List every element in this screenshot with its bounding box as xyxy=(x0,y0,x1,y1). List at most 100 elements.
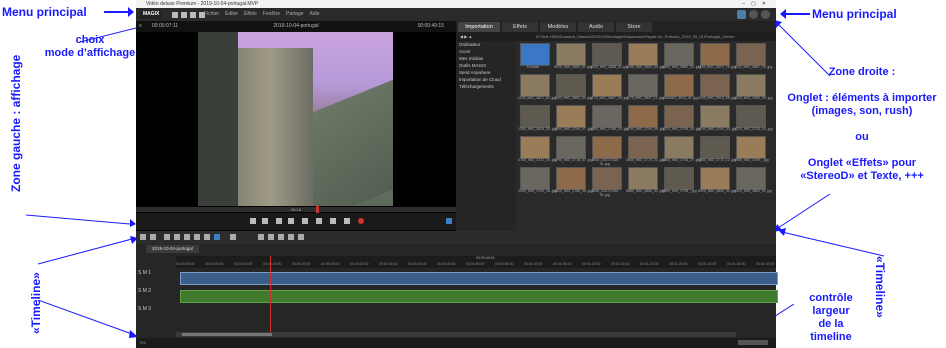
media-thumbnail[interactable] xyxy=(592,136,622,159)
sidebar-item-accer[interactable]: Accer xyxy=(456,48,516,55)
media-thumbnail[interactable] xyxy=(556,136,586,159)
zoom-tool-icon[interactable] xyxy=(298,234,304,240)
cut-icon[interactable] xyxy=(194,234,200,240)
tab-effets[interactable]: Effets xyxy=(502,22,538,32)
media-thumbnail[interactable] xyxy=(556,105,586,128)
fullscreen-icon[interactable] xyxy=(446,218,452,224)
media-thumbnail[interactable] xyxy=(520,167,550,190)
split-icon[interactable] xyxy=(204,234,210,240)
timeline-width-control[interactable] xyxy=(738,340,768,345)
media-thumbnail[interactable] xyxy=(556,74,586,97)
menu-item-1[interactable]: Éditer xyxy=(225,11,238,17)
nav-arrows-icon[interactable]: ◀ ▶ ▲ xyxy=(460,32,472,41)
menu-item-5[interactable]: Aide xyxy=(310,11,320,17)
prev-marker-icon[interactable] xyxy=(276,218,282,224)
delete-icon[interactable] xyxy=(164,234,170,240)
timeline-scrollbar[interactable] xyxy=(176,332,736,337)
sidebar-item-ordinateur[interactable]: Ordinateur xyxy=(456,41,516,48)
mark-out-icon[interactable] xyxy=(262,218,268,224)
media-thumbnail[interactable] xyxy=(628,136,658,159)
media-thumbnail[interactable] xyxy=(664,136,694,159)
settings-icon[interactable] xyxy=(761,10,770,19)
thumbnail-label: 3720_IMG_3723_01..jpg xyxy=(734,127,773,131)
media-thumbnail[interactable] xyxy=(700,167,730,190)
timeline-ruler[interactable]: 00:00:49:15 00:00:00:00 00:00:05:00 00:00:… xyxy=(176,256,776,268)
media-thumbnail[interactable] xyxy=(592,74,622,97)
media-thumbnail[interactable] xyxy=(700,136,730,159)
media-thumbnail[interactable] xyxy=(664,105,694,128)
media-thumbnail[interactable] xyxy=(736,43,766,66)
prev-frame-icon[interactable] xyxy=(288,218,294,224)
track-2-solo-mute[interactable]: S M xyxy=(138,288,147,294)
track-1-solo-mute[interactable]: S M xyxy=(138,270,147,276)
mark-in-icon[interactable] xyxy=(250,218,256,224)
folder-thumbnail[interactable] xyxy=(520,43,550,66)
media-thumbnail[interactable] xyxy=(664,74,694,97)
media-thumbnail[interactable] xyxy=(520,105,550,128)
pointer-icon[interactable] xyxy=(258,234,264,240)
help-icon[interactable] xyxy=(749,10,758,19)
preview-scrubber[interactable]: 06:16 xyxy=(136,206,456,213)
menu-item-2[interactable]: Effets xyxy=(244,11,257,17)
sidebar-item-outils-magix[interactable]: Outils MAGIX xyxy=(456,62,516,69)
media-thumbnail[interactable] xyxy=(664,167,694,190)
menu-item-4[interactable]: Partage xyxy=(286,11,304,17)
scroll-thumb[interactable] xyxy=(182,333,272,336)
text-icon[interactable] xyxy=(174,234,180,240)
media-thumbnail[interactable] xyxy=(736,74,766,97)
undo-icon[interactable] xyxy=(140,234,146,240)
menu-item-3[interactable]: Fenêtre xyxy=(263,11,280,17)
redo-icon[interactable] xyxy=(150,234,156,240)
media-thumbnail[interactable] xyxy=(556,167,586,190)
save-icon[interactable] xyxy=(190,12,196,18)
next-marker-icon[interactable] xyxy=(330,218,336,224)
thumbnail-label: Evolutis xyxy=(526,65,540,69)
new-project-icon[interactable] xyxy=(172,12,178,18)
link-icon[interactable] xyxy=(214,234,220,240)
thumbnail-label: 5820_IMG_3756_06..jpg xyxy=(554,189,593,193)
track-3-solo-mute[interactable]: S M xyxy=(138,306,147,312)
media-thumbnail[interactable] xyxy=(520,136,550,159)
media-thumbnail[interactable] xyxy=(700,105,730,128)
media-thumbnail[interactable] xyxy=(736,105,766,128)
media-thumbnail[interactable] xyxy=(592,167,622,190)
media-thumbnail[interactable] xyxy=(664,43,694,66)
media-thumbnail[interactable] xyxy=(700,74,730,97)
media-thumbnail[interactable] xyxy=(592,43,622,66)
sidebar-item-send-anywhere[interactable]: Send Anywhere xyxy=(456,69,516,76)
record-icon[interactable] xyxy=(358,218,364,224)
next-frame-icon[interactable] xyxy=(316,218,322,224)
mode-icon[interactable] xyxy=(230,234,236,240)
sidebar-item-mes-medias[interactable]: Mes médias xyxy=(456,55,516,62)
trim-icon[interactable] xyxy=(268,234,274,240)
display-mode-icon[interactable] xyxy=(737,10,746,19)
media-thumbnail[interactable] xyxy=(520,74,550,97)
tab-audio[interactable]: Audio xyxy=(578,22,614,32)
media-thumbnail[interactable] xyxy=(628,105,658,128)
slip-icon[interactable] xyxy=(288,234,294,240)
media-thumbnail[interactable] xyxy=(700,43,730,66)
sidebar-item-cloud[interactable]: Importation de Cloud xyxy=(456,76,516,83)
sidebar-item-telechargements[interactable]: Téléchargements xyxy=(456,83,516,90)
play-icon[interactable] xyxy=(302,218,308,224)
project-tab[interactable]: 2019-10-04-portugal xyxy=(146,245,199,253)
media-thumbnail[interactable] xyxy=(736,167,766,190)
media-thumbnail[interactable] xyxy=(592,105,622,128)
media-thumbnail[interactable] xyxy=(628,74,658,97)
menu-item-0[interactable]: Fichier xyxy=(204,11,219,17)
tab-importation[interactable]: Importation xyxy=(458,22,500,32)
media-thumbnail[interactable] xyxy=(556,43,586,66)
media-thumbnail[interactable] xyxy=(628,167,658,190)
media-thumbnail[interactable] xyxy=(628,43,658,66)
tab-store[interactable]: Store xyxy=(616,22,652,32)
ripple-icon[interactable] xyxy=(278,234,284,240)
loop-icon[interactable] xyxy=(344,218,350,224)
scrub-marker[interactable] xyxy=(316,206,319,213)
tab-modeles[interactable]: Modèles xyxy=(540,22,576,32)
playhead[interactable] xyxy=(270,256,271,336)
window-controls[interactable]: –▢✕ xyxy=(742,0,772,8)
media-thumbnail[interactable] xyxy=(736,136,766,159)
marker-icon[interactable] xyxy=(184,234,190,240)
open-project-icon[interactable] xyxy=(181,12,187,18)
folder-path[interactable]: D:\Test-HDD\Dossiers_Manuel\2019\10\Mont… xyxy=(536,32,734,41)
